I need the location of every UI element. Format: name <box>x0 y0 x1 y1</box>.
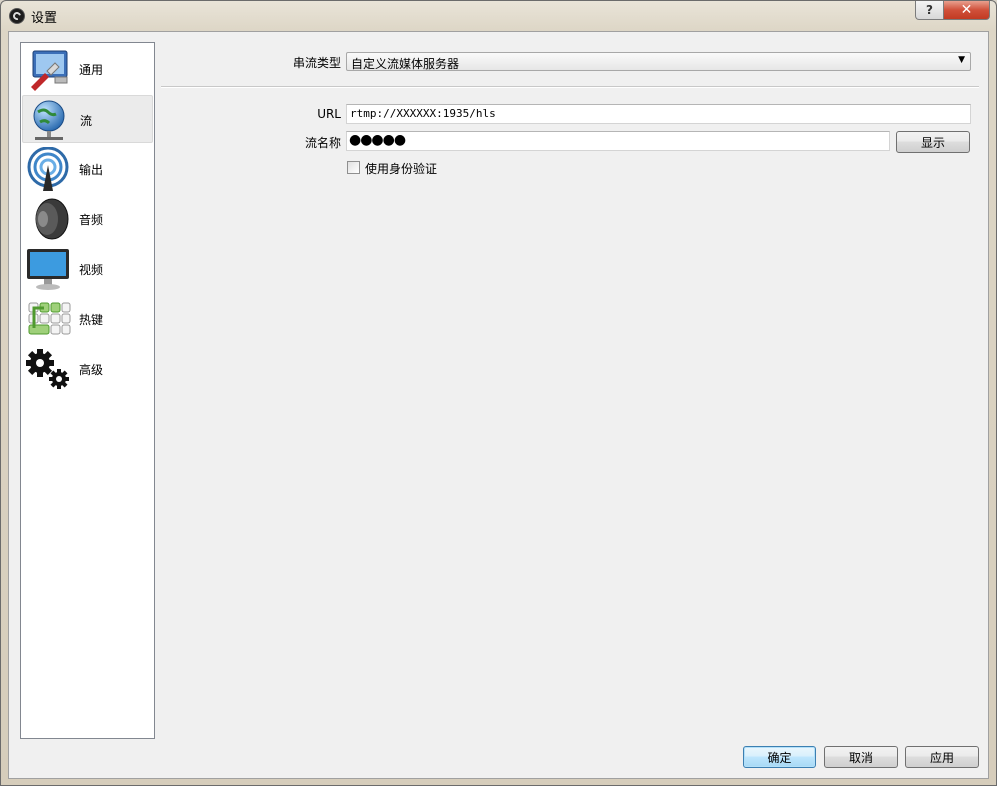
broadcast-antenna-icon <box>27 147 69 191</box>
sidebar-item-audio[interactable]: 音频 <box>22 195 153 243</box>
url-input[interactable]: rtmp://XXXXXX:1935/hls <box>346 104 971 124</box>
apply-button[interactable]: 应用 <box>905 746 979 768</box>
sidebar-item-general[interactable]: 通用 <box>22 45 153 93</box>
sidebar-item-output[interactable]: 输出 <box>22 145 153 193</box>
globe-network-icon <box>33 100 65 140</box>
sidebar-item-label: 流 <box>80 114 93 128</box>
general-icon <box>31 50 68 91</box>
settings-client-area: 通用 流 输出 音频 视频 热键 高级 串流类型 自定义流媒体服务器 ▼ URL… <box>8 31 989 779</box>
settings-window: 设置 ? ✕ 通用 流 输出 音频 视频 热键 高级 串流类型 自定义流媒体服务… <box>0 0 997 786</box>
sidebar-item-label: 高级 <box>79 363 104 377</box>
sidebar-item-label: 热键 <box>79 313 104 327</box>
stream-key-input[interactable]: ●●●●● <box>346 131 890 151</box>
help-button[interactable]: ? <box>915 1 944 20</box>
use-auth-checkbox[interactable] <box>347 161 360 174</box>
speaker-icon <box>35 198 69 240</box>
settings-category-list[interactable]: 通用 流 输出 音频 视频 热键 高级 <box>20 42 155 739</box>
section-divider <box>161 86 979 88</box>
monitor-icon <box>27 249 69 290</box>
sidebar-item-hotkeys[interactable]: 热键 <box>22 295 153 343</box>
stream-type-select[interactable]: 自定义流媒体服务器 ▼ <box>346 52 971 71</box>
keyboard-icon <box>28 302 71 335</box>
sidebar-item-advanced[interactable]: 高级 <box>22 345 153 393</box>
chevron-down-icon: ▼ <box>958 55 965 65</box>
sidebar-item-label: 通用 <box>79 63 104 77</box>
url-label: URL <box>317 107 341 121</box>
gears-icon <box>26 349 69 389</box>
sidebar-item-label: 音频 <box>79 213 104 227</box>
window-title: 设置 <box>31 11 58 26</box>
sidebar-item-label: 视频 <box>79 263 104 277</box>
stream-type-value: 自定义流媒体服务器 <box>351 57 460 71</box>
use-auth-label[interactable]: 使用身份验证 <box>365 160 437 177</box>
stream-type-label: 串流类型 <box>292 56 341 70</box>
show-key-button[interactable]: 显示 <box>896 131 970 153</box>
sidebar-item-video[interactable]: 视频 <box>22 245 153 293</box>
sidebar-item-stream[interactable]: 流 <box>22 95 153 143</box>
stream-key-masked-value: ●●●●● <box>349 132 406 148</box>
cancel-button[interactable]: 取消 <box>824 746 898 768</box>
ok-button[interactable]: 确定 <box>743 746 816 768</box>
title-bar[interactable]: 设置 ? ✕ <box>1 1 996 31</box>
url-value: rtmp://XXXXXX:1935/hls <box>350 107 496 120</box>
close-button[interactable]: ✕ <box>943 1 990 20</box>
stream-key-label: 流名称 <box>304 136 341 150</box>
obs-app-icon <box>9 8 25 24</box>
sidebar-item-label: 输出 <box>79 163 104 177</box>
